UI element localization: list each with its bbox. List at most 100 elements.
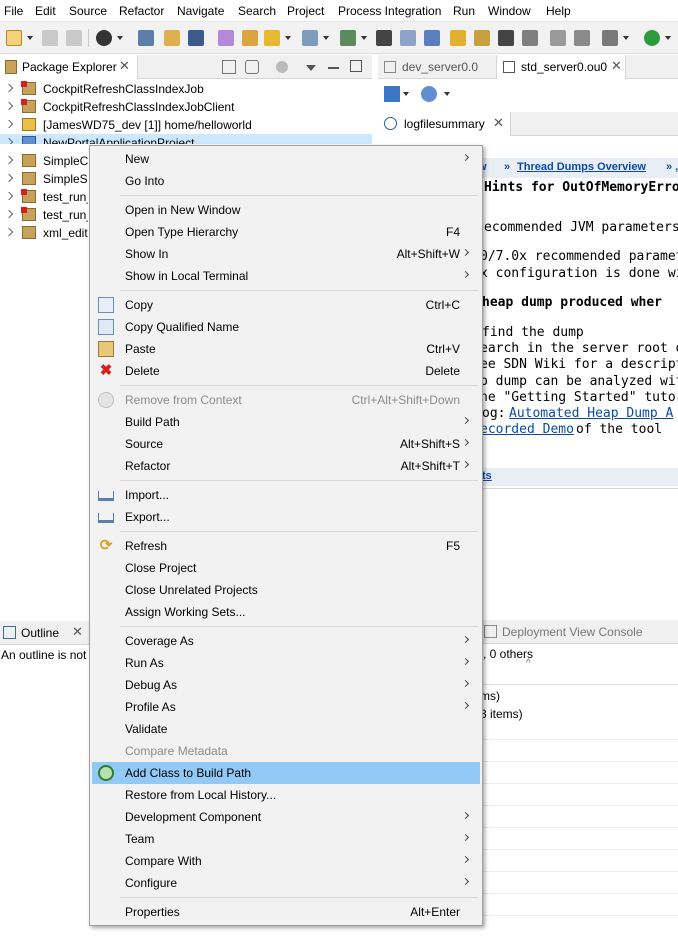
expand-icon[interactable] <box>4 173 14 183</box>
menu-item-compare-with[interactable]: Compare With <box>92 850 480 872</box>
expand-icon[interactable] <box>4 137 14 144</box>
outline-title[interactable]: Outline <box>21 626 59 640</box>
editor-tab-std-server[interactable]: std_server0.ou0 ✕ <box>496 55 626 79</box>
wand-icon[interactable] <box>218 30 234 46</box>
tree-item-selected[interactable]: NewPortalApplicationProject <box>0 134 372 144</box>
save-icon[interactable] <box>42 30 58 46</box>
external-tools-dropdown-icon[interactable] <box>623 36 629 40</box>
menu-source[interactable]: Source <box>69 4 107 18</box>
outline-view-icon[interactable] <box>384 86 400 102</box>
dc-icon[interactable] <box>498 30 514 46</box>
menu-project[interactable]: Project <box>287 4 324 18</box>
menu-item-configure[interactable]: Configure <box>92 872 480 894</box>
lock-icon[interactable] <box>264 30 280 46</box>
activity-icon[interactable] <box>474 30 490 46</box>
menu-item-refresh[interactable]: ⟳ Refresh F5 <box>92 535 480 557</box>
close-icon[interactable]: ✕ <box>72 624 83 640</box>
sort-up-icon[interactable]: ^ <box>526 658 531 669</box>
menu-item-open-in-new-window[interactable]: Open in New Window <box>92 199 480 221</box>
menu-help[interactable]: Help <box>546 4 571 18</box>
server-dropdown-icon[interactable] <box>323 36 329 40</box>
menu-item-coverage-as[interactable]: Coverage As <box>92 630 480 652</box>
lock-dropdown-icon[interactable] <box>285 36 291 40</box>
menu-run[interactable]: Run <box>453 4 475 18</box>
logfilesummary-tab[interactable]: logfilesummary ✕ <box>378 112 511 136</box>
menu-refactor[interactable]: Refactor <box>119 4 164 18</box>
expand-icon[interactable] <box>4 83 14 93</box>
nwdi-icon[interactable] <box>400 30 416 46</box>
menu-item-close-project[interactable]: Close Project <box>92 557 480 579</box>
thread-dumps-link[interactable]: Thread Dumps Overview <box>517 161 646 173</box>
menu-item-show-in[interactable]: Show In Alt+Shift+W <box>92 243 480 265</box>
user-dropdown-icon[interactable] <box>117 36 123 40</box>
table-row[interactable]: ms) <box>480 689 500 703</box>
menu-item-compare-metadata[interactable]: Compare Metadata <box>92 740 480 762</box>
jar-icon[interactable] <box>242 30 258 46</box>
expand-icon[interactable] <box>4 191 14 201</box>
menu-item-team[interactable]: Team <box>92 828 480 850</box>
tree-item[interactable]: CockpitRefreshClassIndexJob <box>0 80 372 98</box>
run-icon[interactable] <box>644 30 660 46</box>
external-tools-icon[interactable] <box>602 30 618 46</box>
editor-tab-dev-server[interactable]: dev_server0.0 <box>378 55 496 79</box>
menu-item-assign-working-sets[interactable]: Assign Working Sets... <box>92 601 480 623</box>
outline-view-dropdown-icon[interactable] <box>403 92 409 96</box>
terminal-icon[interactable] <box>138 30 154 46</box>
tree-item[interactable]: SimpleSe <box>0 170 88 188</box>
deployment-console-tab[interactable]: Deployment View Console <box>502 625 643 639</box>
expand-icon[interactable] <box>4 101 14 111</box>
view-menu-icon[interactable] <box>306 65 316 71</box>
sync-icon[interactable] <box>424 30 440 46</box>
menu-item-validate[interactable]: Validate <box>92 718 480 740</box>
menu-item-run-as[interactable]: Run As <box>92 652 480 674</box>
menu-item-copy-qualified-name[interactable]: Copy Qualified Name <box>92 316 480 338</box>
server-view-dropdown-icon[interactable] <box>444 92 450 96</box>
close-icon[interactable]: ✕ <box>119 58 130 74</box>
menu-item-properties[interactable]: Properties Alt+Enter <box>92 901 480 923</box>
ear-icon[interactable] <box>522 30 538 46</box>
menu-item-show-in-local-terminal[interactable]: Show in Local Terminal <box>92 265 480 287</box>
console-icon[interactable] <box>188 30 204 46</box>
hierarchy-icon[interactable] <box>376 30 392 46</box>
menu-item-add-class-to-build-path[interactable]: Add Class to Build Path <box>92 762 480 784</box>
new-dropdown-icon[interactable] <box>27 36 33 40</box>
close-icon[interactable]: ✕ <box>611 58 622 74</box>
menu-edit[interactable]: Edit <box>35 4 56 18</box>
tree-item[interactable]: xml_edit <box>0 224 88 242</box>
menu-window[interactable]: Window <box>488 4 531 18</box>
menu-item-import[interactable]: Import... <box>92 484 480 506</box>
new-icon[interactable] <box>6 30 22 46</box>
menu-search[interactable]: Search <box>238 4 276 18</box>
menu-item-go-into[interactable]: Go Into <box>92 170 480 192</box>
menu-item-refactor[interactable]: Refactor Alt+Shift+T <box>92 455 480 477</box>
menu-item-delete[interactable]: ✖ Delete Delete <box>92 360 480 382</box>
table-row[interactable]: 3 items) <box>480 707 523 721</box>
heap-dump-link[interactable]: Automated Heap Dump A <box>509 406 673 421</box>
expand-icon[interactable] <box>4 209 14 219</box>
run-dropdown-icon[interactable] <box>665 36 671 40</box>
menu-item-profile-as[interactable]: Profile As <box>92 696 480 718</box>
collapse-all-icon[interactable] <box>222 60 236 74</box>
package-explorer-tab[interactable]: Package Explorer ✕ <box>0 55 138 79</box>
recorded-demo-link[interactable]: ecorded Demo <box>480 422 574 437</box>
tree-item[interactable]: test_run_ <box>0 188 88 206</box>
expand-icon[interactable] <box>4 227 14 237</box>
menu-item-export[interactable]: Export... <box>92 506 480 528</box>
expand-icon[interactable] <box>4 155 14 165</box>
menu-item-development-component[interactable]: Development Component <box>92 806 480 828</box>
deploy-dropdown-icon[interactable] <box>361 36 367 40</box>
minimize-icon[interactable] <box>328 67 339 69</box>
maximize-icon[interactable] <box>350 60 362 72</box>
tree-item[interactable]: test_run_ <box>0 206 88 224</box>
link-editor-icon[interactable] <box>245 60 259 74</box>
menu-navigate[interactable]: Navigate <box>177 4 224 18</box>
menu-item-paste[interactable]: Paste Ctrl+V <box>92 338 480 360</box>
menu-process-integration[interactable]: Process Integration <box>338 4 441 18</box>
gears-icon[interactable] <box>550 30 566 46</box>
tree-item[interactable]: CockpitRefreshClassIndexJobClient <box>0 98 372 116</box>
focus-icon[interactable] <box>276 61 288 73</box>
menu-item-close-unrelated-projects[interactable]: Close Unrelated Projects <box>92 579 480 601</box>
menu-item-debug-as[interactable]: Debug As <box>92 674 480 696</box>
menu-item-copy[interactable]: Copy Ctrl+C <box>92 294 480 316</box>
menu-item-remove-from-context[interactable]: Remove from Context Ctrl+Alt+Shift+Down <box>92 389 480 411</box>
